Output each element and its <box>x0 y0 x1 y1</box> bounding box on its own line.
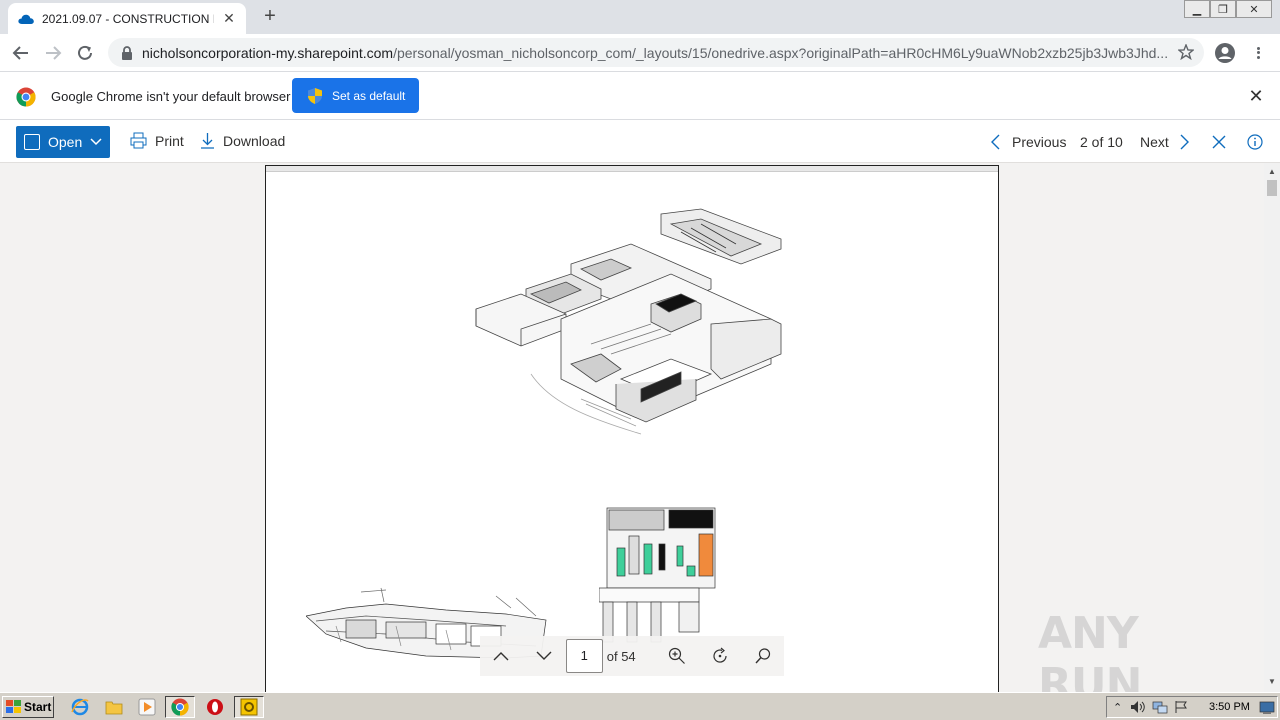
zoom-in-icon <box>668 647 685 664</box>
onedrive-icon <box>18 11 34 27</box>
print-label: Print <box>155 132 184 149</box>
chevron-up-icon <box>493 652 509 661</box>
bookmark-star-icon[interactable] <box>1177 43 1195 63</box>
profile-avatar-icon[interactable] <box>1214 42 1236 64</box>
menu-kebab-icon[interactable] <box>1250 42 1266 64</box>
previous-page-button[interactable] <box>480 636 523 676</box>
scroll-thumb[interactable] <box>1267 180 1277 196</box>
download-button[interactable]: Download <box>200 132 285 149</box>
tab-close-icon[interactable]: ✕ <box>222 11 236 25</box>
anyrun-watermark: ANY RUN <box>1038 608 1142 710</box>
minimize-icon[interactable]: ▁ <box>1184 0 1210 18</box>
clock: 3:50 PM <box>1209 701 1250 713</box>
viewer-toolbar: Open Print Download Previous 2 of 10 Nex… <box>0 121 1280 163</box>
zoom-in-button[interactable] <box>655 636 698 676</box>
default-browser-infobar: Google Chrome isn't your default browser… <box>0 71 1280 120</box>
pdf-icon <box>24 134 40 150</box>
rotate-icon <box>713 647 727 663</box>
lock-icon <box>122 45 132 60</box>
url-text: nicholsoncorporation-my.sharepoint.com/p… <box>142 45 1172 61</box>
previous-button[interactable]: Previous <box>1012 134 1066 150</box>
tab-strip: 2021.09.07 - CONSTRUCTION ISSU ✕ + ▁ ❐ ✕ <box>0 0 1280 34</box>
back-icon[interactable] <box>10 42 32 64</box>
info-icon[interactable] <box>1247 134 1263 150</box>
set-default-label: Set as default <box>332 88 406 103</box>
floor-plan-drawing <box>599 507 716 643</box>
chevron-down-icon <box>90 138 102 146</box>
ie-icon[interactable] <box>70 697 90 717</box>
close-viewer-icon[interactable] <box>1212 135 1226 149</box>
url-host: nicholsoncorporation-my.sharepoint.com <box>142 44 394 61</box>
vertical-scrollbar[interactable]: ▲ ▼ <box>1264 163 1280 692</box>
tray-expand-icon[interactable]: ⌃ <box>1113 701 1122 714</box>
chevron-right-icon[interactable] <box>1180 134 1190 150</box>
system-tray: ⌃ 3:50 PM <box>1106 696 1278 718</box>
printer-icon <box>130 132 147 149</box>
rotate-button[interactable] <box>698 636 741 676</box>
start-button[interactable]: Start <box>2 696 54 718</box>
download-label: Download <box>223 132 286 149</box>
search-button[interactable] <box>741 636 784 676</box>
tab-title: 2021.09.07 - CONSTRUCTION ISSU <box>42 11 214 26</box>
open-button[interactable]: Open <box>16 126 110 158</box>
open-label: Open <box>48 134 83 150</box>
flag-icon[interactable] <box>1174 700 1188 714</box>
taskbar: Start ⌃ 3:50 PM <box>0 692 1280 720</box>
file-position: 2 of 10 <box>1080 134 1123 150</box>
print-button[interactable]: Print <box>130 132 184 149</box>
page-count: of 54 <box>606 648 636 664</box>
document-area: 1 of 54 ANY RUN <box>0 163 1264 710</box>
folder-icon[interactable] <box>104 697 124 717</box>
browser-tab[interactable]: 2021.09.07 - CONSTRUCTION ISSU ✕ <box>8 3 246 34</box>
outlook-taskbar-icon[interactable] <box>234 696 264 718</box>
set-default-button[interactable]: Set as default <box>292 78 419 113</box>
opera-icon[interactable] <box>205 697 225 717</box>
page-header-strip <box>266 166 998 172</box>
browser-toolbar: nicholsoncorporation-my.sharepoint.com/p… <box>0 34 1280 71</box>
media-player-icon[interactable] <box>137 697 157 717</box>
search-icon <box>755 648 770 664</box>
restore-icon[interactable]: ❐ <box>1210 0 1236 18</box>
isometric-building-drawing <box>475 208 782 435</box>
chrome-logo-icon <box>16 87 36 107</box>
infobar-close-icon[interactable]: ✕ <box>1248 87 1264 105</box>
volume-icon[interactable] <box>1130 700 1146 714</box>
reload-icon[interactable] <box>74 42 96 64</box>
shield-icon <box>308 87 322 104</box>
new-tab-icon[interactable]: + <box>260 6 280 26</box>
download-icon <box>201 133 214 149</box>
scroll-up-icon[interactable]: ▲ <box>1267 167 1277 177</box>
scroll-down-icon[interactable]: ▼ <box>1267 677 1277 687</box>
chrome-taskbar-icon[interactable] <box>165 696 195 718</box>
address-bar[interactable]: nicholsoncorporation-my.sharepoint.com/p… <box>108 38 1204 67</box>
window-close-icon[interactable]: ✕ <box>1236 0 1272 18</box>
url-path: /personal/yosman_nicholsoncorp_com/_layo… <box>393 44 1169 61</box>
chevron-down-icon <box>536 651 552 660</box>
next-page-button[interactable] <box>523 636 566 676</box>
next-button[interactable]: Next <box>1140 134 1169 150</box>
windows-logo-icon <box>6 700 21 713</box>
start-label: Start <box>24 700 52 714</box>
network-icon[interactable] <box>1152 700 1168 714</box>
forward-icon[interactable] <box>42 42 64 64</box>
pdf-page <box>265 165 999 695</box>
pdf-page-navigator: 1 of 54 <box>480 636 784 676</box>
show-desktop-icon[interactable] <box>1259 701 1275 715</box>
chevron-left-icon[interactable] <box>990 134 1000 150</box>
page-number-input[interactable]: 1 <box>565 639 603 673</box>
infobar-message: Google Chrome isn't your default browser <box>51 89 291 104</box>
